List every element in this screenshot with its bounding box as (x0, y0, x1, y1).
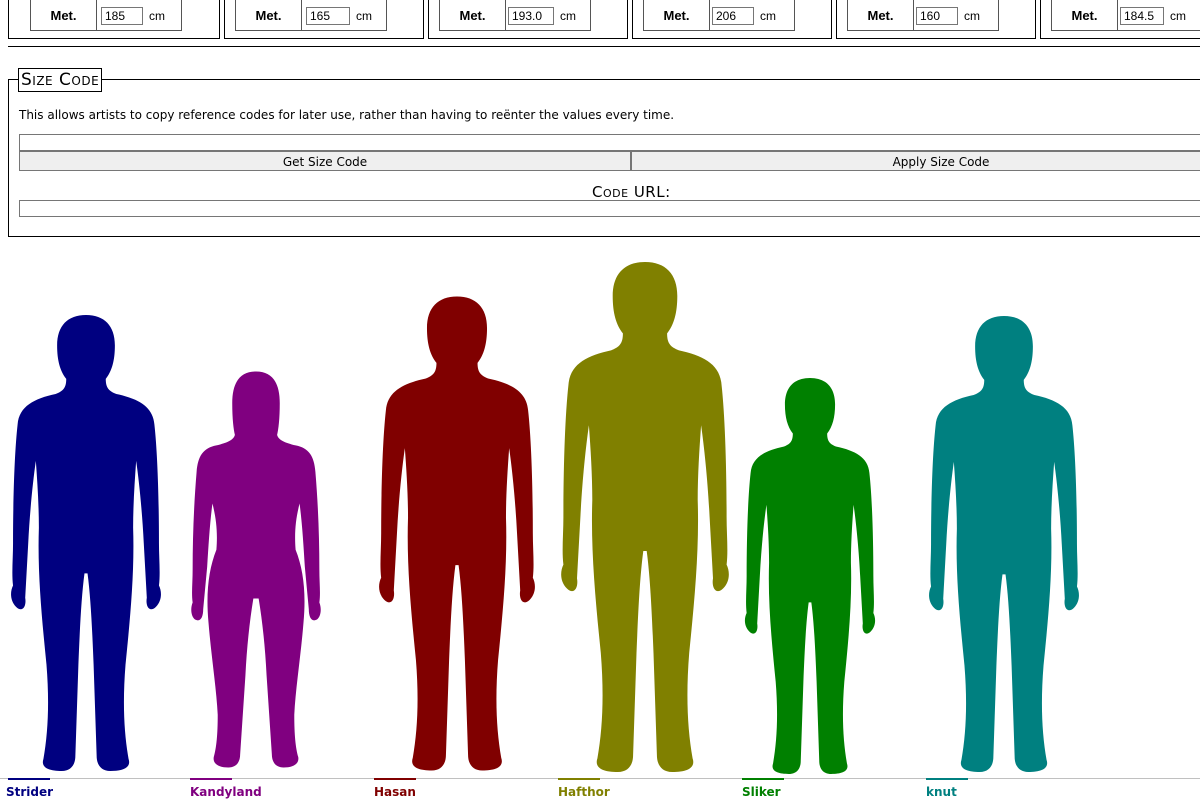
character-name-hasan[interactable]: Hasan (374, 785, 416, 799)
character-name-strider[interactable]: Strider (6, 785, 53, 799)
character-panels-row: Met. cm Met. cm Met. cm Met. cm Met. cm (0, 0, 1200, 48)
silhouette-hafthor (561, 262, 729, 772)
male-silhouette-icon (561, 262, 729, 772)
code-url-input[interactable] (19, 200, 1200, 217)
character-panel: Met. cm (224, 0, 424, 39)
character-name-hafthor[interactable]: Hafthor (558, 785, 610, 799)
baseline-segment (926, 778, 968, 780)
metric-label: Met. (644, 0, 710, 30)
height-input[interactable] (916, 7, 958, 25)
baseline-segment (374, 778, 416, 780)
male-silhouette-icon (744, 378, 876, 774)
metric-label: Met. (440, 0, 506, 30)
male-silhouette-icon (11, 315, 161, 771)
character-panel: Met. cm (632, 0, 832, 39)
apply-size-code-button[interactable]: Apply Size Code (631, 151, 1200, 171)
baseline-segment (190, 778, 232, 780)
metric-height-box: Met. cm (235, 0, 387, 31)
baseline-segment (558, 778, 600, 780)
size-code-input[interactable] (19, 134, 1200, 151)
character-name-sliker[interactable]: Sliker (742, 785, 781, 799)
character-name-kandyland[interactable]: Kandyland (190, 785, 262, 799)
silhouette-kandyland (191, 371, 321, 768)
character-name-knut[interactable]: knut (926, 785, 957, 799)
baseline-segment (8, 778, 50, 780)
height-input[interactable] (712, 7, 754, 25)
silhouette-hasan (379, 296, 535, 771)
metric-height-box: Met. cm (439, 0, 591, 31)
height-input[interactable] (1120, 7, 1164, 25)
unit-label: cm (1170, 9, 1186, 23)
unit-label: cm (149, 9, 165, 23)
unit-label: cm (356, 9, 372, 23)
character-panel: Met. cm (8, 0, 220, 39)
get-size-code-button[interactable]: Get Size Code (19, 151, 631, 171)
metric-height-box: Met. cm (30, 0, 182, 31)
unit-label: cm (964, 9, 980, 23)
character-panel: Met. cm (1040, 0, 1200, 39)
character-panel: Met. cm (836, 0, 1036, 39)
height-input[interactable] (508, 7, 554, 25)
character-panel: Met. cm (428, 0, 628, 39)
metric-label: Met. (848, 0, 914, 30)
size-code-title: Size Code (18, 68, 103, 92)
height-input[interactable] (306, 7, 350, 25)
code-url-label: Code URL: (592, 183, 671, 201)
male-silhouette-icon (929, 316, 1079, 772)
silhouette-sliker (744, 378, 876, 774)
unit-label: cm (560, 9, 576, 23)
panel-divider (8, 46, 1200, 47)
silhouette-knut (929, 316, 1079, 772)
height-input[interactable] (101, 7, 143, 25)
silhouette-strider (11, 315, 161, 771)
baseline-segment (742, 778, 784, 780)
metric-label: Met. (31, 0, 97, 30)
male-silhouette-icon (379, 296, 535, 771)
metric-label: Met. (236, 0, 302, 30)
size-code-section: Size Code This allows artists to copy re… (8, 68, 1200, 237)
metric-height-box: Met. cm (643, 0, 795, 31)
unit-label: cm (760, 9, 776, 23)
metric-height-box: Met. cm (1051, 0, 1200, 31)
female-silhouette-icon (191, 371, 321, 768)
size-code-description: This allows artists to copy reference co… (19, 108, 675, 122)
metric-label: Met. (1052, 0, 1118, 30)
metric-height-box: Met. cm (847, 0, 999, 31)
